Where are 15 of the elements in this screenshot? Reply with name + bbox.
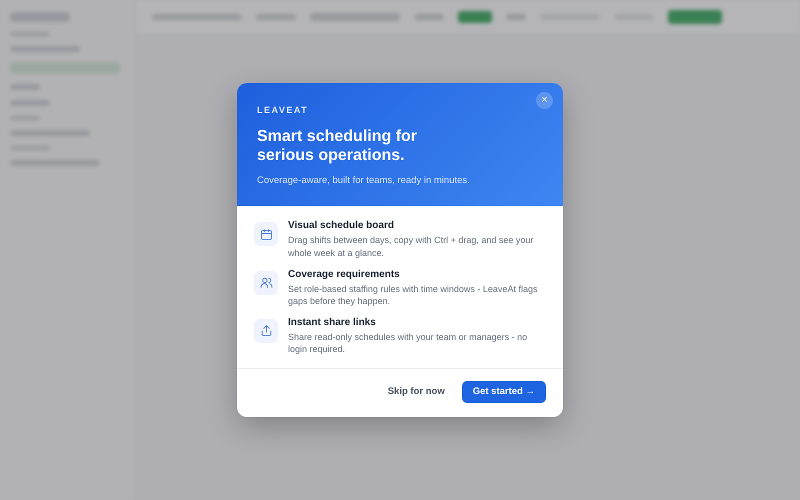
feature-description: Drag shifts between days, copy with Ctrl + drag, and see your whole week at a glance. xyxy=(288,234,534,260)
share-icon xyxy=(260,324,272,338)
users-icon xyxy=(260,276,272,290)
dialog-subtitle: Coverage-aware, built for teams, ready in minutes. xyxy=(257,175,471,186)
brand-label: LEAVEAT xyxy=(257,105,310,116)
feature-title: Coverage requirements xyxy=(288,268,401,280)
dialog-title: Smart scheduling for serious operations. xyxy=(257,127,418,166)
feature-description: Set role-based staffing rules with time windows - LeaveAt flags gaps before they happen. xyxy=(288,282,538,308)
feature-title: Instant share links xyxy=(288,316,377,328)
skip-button[interactable]: Skip for now xyxy=(386,380,446,403)
calendar-icon xyxy=(260,228,272,241)
feature-title: Visual schedule board xyxy=(288,220,395,232)
close-button[interactable]: × xyxy=(536,92,553,110)
get-started-button[interactable]: Get started → xyxy=(462,380,546,403)
feature-description: Share read-only schedules with your team or managers - no login required. xyxy=(288,330,528,356)
